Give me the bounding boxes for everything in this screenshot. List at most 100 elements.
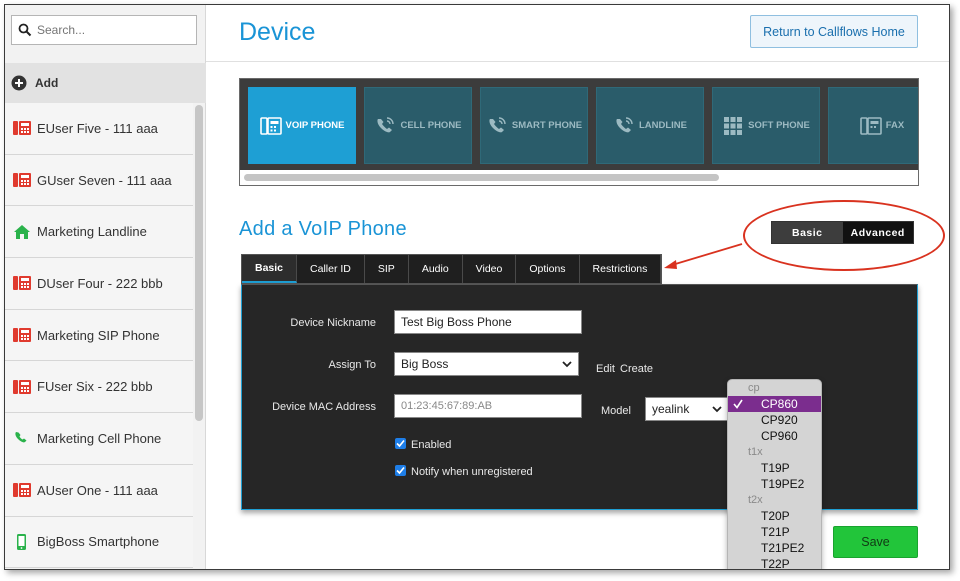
device-type-cell-phone[interactable]: CELL PHONE — [364, 87, 472, 164]
list-item[interactable]: DUser Four - 222 bbb — [5, 258, 193, 310]
app-window: Add EUser Five - 111 aaa GUser Seven - 1… — [4, 4, 950, 570]
tab-audio[interactable]: Audio — [409, 255, 463, 283]
enabled-checkbox[interactable] — [395, 438, 406, 449]
dropdown-option[interactable]: T21P — [728, 524, 821, 540]
list-item[interactable]: Marketing Cell Phone — [5, 413, 193, 465]
voip-phone-icon — [13, 483, 31, 498]
device-type-label: VOIP PHONE — [285, 120, 345, 131]
device-type-label: CELL PHONE — [400, 120, 462, 131]
strip-scrollbar[interactable] — [244, 174, 719, 181]
create-link[interactable]: Create — [620, 363, 653, 375]
list-item[interactable]: BigBoss Smartphone — [5, 516, 193, 569]
device-type-fax[interactable]: FAX — [828, 87, 918, 164]
list-item-label: GUser Seven - 111 aaa — [37, 172, 172, 188]
checkmark-icon — [733, 399, 743, 409]
model-label: Model — [601, 405, 631, 417]
chevron-down-icon — [712, 406, 722, 413]
device-type-label: LANDLINE — [638, 120, 688, 131]
dropdown-group-label: t1x — [748, 446, 763, 458]
annotation-ellipse — [743, 200, 945, 271]
list-item[interactable]: GUser Seven - 111 aaa — [5, 154, 193, 207]
dropdown-option[interactable]: T22P — [728, 556, 821, 569]
list-item[interactable]: AUser One - 111 aaa — [5, 464, 193, 517]
dropdown-option[interactable]: CP960 — [728, 428, 821, 444]
voip-phone-icon — [13, 379, 31, 394]
list-item[interactable]: EUser Five - 111 aaa — [5, 103, 193, 155]
list-item-label: AUser One - 111 aaa — [37, 482, 158, 498]
page-title: Device — [239, 18, 316, 46]
assign-to-value: Big Boss — [401, 357, 449, 371]
list-item-label: Marketing Landline — [37, 224, 147, 240]
list-item-label: EUser Five - 111 aaa — [37, 120, 158, 136]
list-item-label: BigBoss Smartphone — [37, 534, 160, 550]
device-type-voip-phone[interactable]: VOIP PHONE — [248, 87, 356, 164]
mac-address-input[interactable]: 01:23:45:67:89:AB — [394, 394, 582, 418]
list-item-label: DUser Four - 222 bbb — [37, 275, 163, 291]
assign-to-label: Assign To — [328, 359, 377, 371]
assign-to-select[interactable]: Big Boss — [394, 352, 579, 376]
list-item-label: Marketing SIP Phone — [37, 327, 160, 343]
device-type-soft-phone[interactable]: SOFT PHONE — [712, 87, 820, 164]
tab-restrictions[interactable]: Restrictions — [580, 255, 662, 283]
dropdown-group-label: cp — [748, 382, 760, 394]
notify-checkbox[interactable] — [395, 465, 406, 476]
nickname-label: Device Nickname — [290, 317, 376, 329]
dropdown-option[interactable]: T21PE2 — [728, 540, 821, 556]
soft-phone-icon — [724, 116, 743, 135]
tab-caller-id[interactable]: Caller ID — [297, 255, 365, 283]
device-list: EUser Five - 111 aaa GUser Seven - 111 a… — [5, 103, 193, 569]
tab-options[interactable]: Options — [516, 255, 580, 283]
dropdown-option[interactable]: T20P — [728, 508, 821, 524]
checkmark-icon — [396, 439, 405, 448]
annotation-arrow — [664, 243, 743, 269]
list-item[interactable]: Marketing SIP Phone — [5, 309, 193, 362]
landline-icon — [616, 116, 633, 132]
tab-video[interactable]: Video — [463, 255, 517, 283]
voip-phone-icon — [259, 116, 282, 135]
checkmark-icon — [396, 466, 405, 475]
device-type-label: SMART PHONE — [511, 120, 583, 131]
list-item[interactable]: Marketing Landline — [5, 206, 193, 259]
dropdown-option[interactable]: T19P — [728, 460, 821, 476]
nickname-input[interactable]: Test Big Boss Phone — [394, 310, 582, 334]
dropdown-option[interactable]: CP920 — [728, 412, 821, 428]
device-type-label: SOFT PHONE — [748, 120, 810, 131]
model-value: yealink — [652, 402, 690, 416]
list-item-label: Marketing Cell Phone — [37, 430, 162, 446]
list-item[interactable]: FUser Six - 222 bbb — [5, 361, 193, 414]
notify-label: Notify when unregistered — [411, 466, 533, 478]
add-device-button[interactable]: Add — [5, 63, 206, 103]
header-divider — [206, 61, 949, 62]
chevron-down-icon — [562, 361, 572, 368]
sidebar-scrollbar[interactable] — [195, 105, 203, 421]
dropdown-option[interactable]: CP860 — [728, 396, 821, 412]
home-icon — [14, 224, 30, 239]
save-button[interactable]: Save — [833, 526, 918, 558]
search-input[interactable] — [37, 23, 187, 37]
voip-phone-icon — [13, 173, 31, 188]
plus-circle-icon — [11, 75, 27, 91]
tab-basic[interactable]: Basic — [242, 255, 298, 283]
return-to-callflows-button[interactable]: Return to Callflows Home — [750, 15, 918, 48]
model-select[interactable]: yealink — [645, 397, 729, 421]
smart-phone-icon — [489, 116, 506, 132]
add-label: Add — [35, 76, 59, 90]
device-tabs: Basic Caller ID SIP Audio Video Options … — [241, 254, 663, 284]
voip-phone-icon — [13, 276, 31, 291]
device-type-label: FAX — [885, 120, 905, 131]
dropdown-group-label: t2x — [748, 494, 763, 506]
search-icon — [18, 23, 32, 37]
cell-phone-icon — [377, 116, 395, 132]
smartphone-icon — [17, 533, 26, 550]
search-box[interactable] — [11, 15, 197, 45]
phone-handset-icon — [15, 432, 27, 443]
voip-phone-icon — [13, 328, 31, 343]
edit-link[interactable]: Edit — [596, 363, 615, 375]
device-type-smart-phone[interactable]: SMART PHONE — [480, 87, 588, 164]
dropdown-option[interactable]: T19PE2 — [728, 476, 821, 492]
device-type-landline[interactable]: LANDLINE — [596, 87, 704, 164]
tab-sip[interactable]: SIP — [365, 255, 409, 283]
enabled-label: Enabled — [411, 439, 452, 451]
device-sidebar: Add EUser Five - 111 aaa GUser Seven - 1… — [5, 5, 206, 569]
voip-phone-icon — [13, 121, 31, 136]
